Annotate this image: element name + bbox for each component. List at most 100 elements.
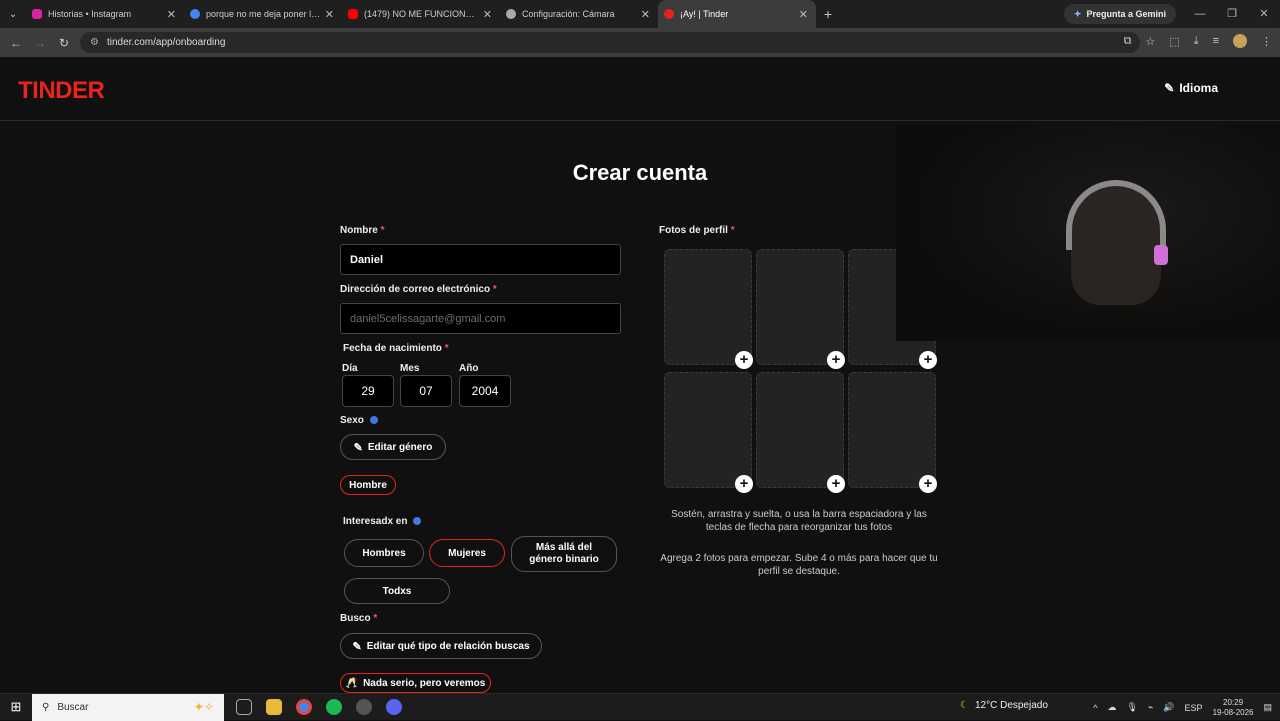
gender-selected-chip[interactable]: Hombre bbox=[340, 475, 396, 495]
photo-slot-4[interactable] bbox=[664, 372, 752, 488]
url-text: tinder.com/app/onboarding bbox=[106, 37, 226, 48]
clock-time: 20:29 bbox=[1223, 697, 1244, 707]
close-tab-icon[interactable]: ✕ bbox=[641, 8, 650, 21]
windows-taskbar: ⊞ ⚲ Buscar ✦✧ ☾ 12°C Despejado ^ ☁ 🎙 ⌁ 🔊… bbox=[0, 693, 1280, 721]
weather-widget[interactable]: ☾ 12°C Despejado bbox=[960, 700, 1048, 711]
url-field[interactable]: ⚙ tinder.com/app/onboarding bbox=[80, 32, 1140, 53]
required-mark: * bbox=[373, 613, 378, 624]
forward-icon[interactable]: → bbox=[28, 36, 52, 50]
name-label-text: Nombre bbox=[340, 225, 378, 236]
file-explorer-icon[interactable] bbox=[266, 699, 282, 715]
clock[interactable]: 20:29 19-08-2026 bbox=[1213, 698, 1254, 718]
close-window-icon[interactable]: ✕ bbox=[1248, 0, 1280, 28]
network-icon[interactable]: ⌁ bbox=[1148, 702, 1153, 713]
interest-option-mujeres[interactable]: Mujeres bbox=[429, 539, 505, 567]
moon-icon: ☾ bbox=[960, 700, 969, 711]
tab-title: ¡Ay! | Tinder bbox=[680, 9, 729, 19]
tab-search-icon[interactable]: ⌄ bbox=[0, 0, 26, 28]
pencil-icon: ✎ bbox=[352, 640, 362, 653]
globe-icon: ✎ bbox=[1164, 81, 1175, 95]
looking-label-text: Busco bbox=[340, 613, 371, 624]
extensions-icon[interactable]: ⬚ bbox=[1169, 35, 1179, 48]
tab-google[interactable]: porque no me deja poner la cámara ✕ bbox=[184, 0, 342, 28]
sparkle-icon: ✦ bbox=[1073, 8, 1082, 19]
clock-date: 19-08-2026 bbox=[1212, 707, 1254, 717]
taskbar-search[interactable]: ⚲ Buscar ✦✧ bbox=[32, 693, 224, 721]
sex-label: Sexo bbox=[340, 415, 378, 426]
add-photo-icon[interactable]: + bbox=[827, 475, 845, 493]
minimize-icon[interactable]: — bbox=[1184, 0, 1216, 28]
search-placeholder: Buscar bbox=[57, 701, 89, 713]
interest-option-hombres[interactable]: Hombres bbox=[344, 539, 424, 567]
taskbar-apps bbox=[236, 699, 402, 715]
profile-avatar[interactable] bbox=[1233, 34, 1247, 48]
windows-start-icon[interactable]: ⊞ bbox=[0, 699, 32, 715]
day-input[interactable]: 29 bbox=[342, 375, 394, 407]
close-tab-icon[interactable]: ✕ bbox=[799, 8, 808, 21]
window-controls: — ❐ ✕ bbox=[1184, 0, 1280, 28]
back-icon[interactable]: ← bbox=[4, 36, 28, 50]
edit-gender-button[interactable]: ✎ Editar género bbox=[340, 434, 446, 460]
tab-title: porque no me deja poner la cámara bbox=[206, 9, 321, 19]
add-photo-icon[interactable]: + bbox=[735, 475, 753, 493]
photo-slot-1[interactable] bbox=[664, 249, 752, 365]
info-icon[interactable] bbox=[413, 517, 422, 526]
pencil-icon: ✎ bbox=[353, 441, 363, 454]
microphone-icon[interactable]: 🎙 bbox=[1126, 702, 1137, 713]
relationship-selected-chip[interactable]: 🥂 Nada serio, pero veremos bbox=[340, 673, 491, 693]
add-photo-icon[interactable]: + bbox=[827, 351, 845, 369]
cloud-icon[interactable]: ☁ bbox=[1107, 702, 1116, 713]
chevron-up-icon[interactable]: ^ bbox=[1093, 703, 1097, 713]
download-icon[interactable]: ⤓ bbox=[1194, 35, 1199, 48]
close-tab-icon[interactable]: ✕ bbox=[167, 8, 176, 21]
edit-gender-label: Editar género bbox=[367, 441, 433, 453]
discord-icon[interactable] bbox=[386, 699, 402, 715]
required-mark: * bbox=[380, 225, 385, 236]
email-label: Dirección de correo electrónico * bbox=[340, 284, 497, 295]
tab-tinder[interactable]: ¡Ay! | Tinder ✕ bbox=[658, 0, 816, 28]
add-photo-icon[interactable]: + bbox=[919, 475, 937, 493]
edit-relationship-button[interactable]: ✎ Editar qué tipo de relación buscas bbox=[340, 633, 542, 659]
gemini-button[interactable]: ✦ Pregunta a Gemini bbox=[1063, 4, 1176, 24]
tinder-logo[interactable]: TINDER bbox=[18, 77, 105, 105]
month-label: Mes bbox=[400, 363, 420, 374]
search-highlight-icon: ✦✧ bbox=[193, 700, 214, 714]
input-language[interactable]: ESP bbox=[1185, 703, 1203, 713]
tab-instagram[interactable]: Historias • Instagram ✕ bbox=[26, 0, 184, 28]
tab-settings-camera[interactable]: Configuración: Cámara ✕ bbox=[500, 0, 658, 28]
chrome-icon[interactable] bbox=[296, 699, 312, 715]
menu-dots-icon[interactable]: ⋮ bbox=[1261, 35, 1272, 48]
add-photo-icon[interactable]: + bbox=[919, 351, 937, 369]
year-input[interactable]: 2004 bbox=[459, 375, 511, 407]
name-field[interactable]: Daniel bbox=[340, 244, 621, 275]
photo-slot-6[interactable] bbox=[848, 372, 936, 488]
task-view-icon[interactable] bbox=[236, 699, 252, 715]
photo-slot-5[interactable] bbox=[756, 372, 844, 488]
add-photo-icon[interactable]: + bbox=[735, 351, 753, 369]
new-tab-button[interactable]: + bbox=[816, 6, 840, 22]
required-mark: * bbox=[492, 284, 497, 295]
spotify-icon[interactable] bbox=[326, 699, 342, 715]
close-tab-icon[interactable]: ✕ bbox=[483, 8, 492, 21]
month-input[interactable]: 07 bbox=[400, 375, 452, 407]
photos-count-note: Agrega 2 fotos para empezar. Sube 4 o má… bbox=[660, 553, 938, 577]
site-info-icon[interactable]: ⚙ bbox=[90, 37, 99, 48]
photos-reorder-note: Sostén, arrastra y suelta, o usa la barr… bbox=[671, 509, 927, 533]
close-tab-icon[interactable]: ✕ bbox=[325, 8, 334, 21]
email-field[interactable]: daniel5celissagarte@gmail.com bbox=[340, 303, 621, 334]
volume-icon[interactable]: 🔊 bbox=[1163, 702, 1174, 713]
tab-title: Historias • Instagram bbox=[48, 9, 132, 19]
reload-icon[interactable]: ↻ bbox=[52, 36, 76, 50]
photo-slot-2[interactable] bbox=[756, 249, 844, 365]
reading-list-icon[interactable]: ≡ bbox=[1213, 35, 1219, 47]
camera-blocked-icon[interactable]: ⧉ bbox=[1124, 35, 1132, 48]
language-button[interactable]: ✎ Idioma bbox=[1164, 81, 1218, 95]
interest-option-todxs[interactable]: Todxs bbox=[344, 578, 450, 604]
interest-option-nonbinary[interactable]: Más allá del género binario bbox=[511, 536, 617, 572]
notifications-icon[interactable]: ▤ bbox=[1263, 702, 1272, 713]
maximize-icon[interactable]: ❐ bbox=[1216, 0, 1248, 28]
info-icon[interactable] bbox=[369, 416, 378, 425]
obs-icon[interactable] bbox=[356, 699, 372, 715]
tab-youtube[interactable]: (1479) NO ME FUNCIONA LA CÁMARA ✕ bbox=[342, 0, 500, 28]
bookmark-star-icon[interactable]: ☆ bbox=[1145, 35, 1155, 48]
